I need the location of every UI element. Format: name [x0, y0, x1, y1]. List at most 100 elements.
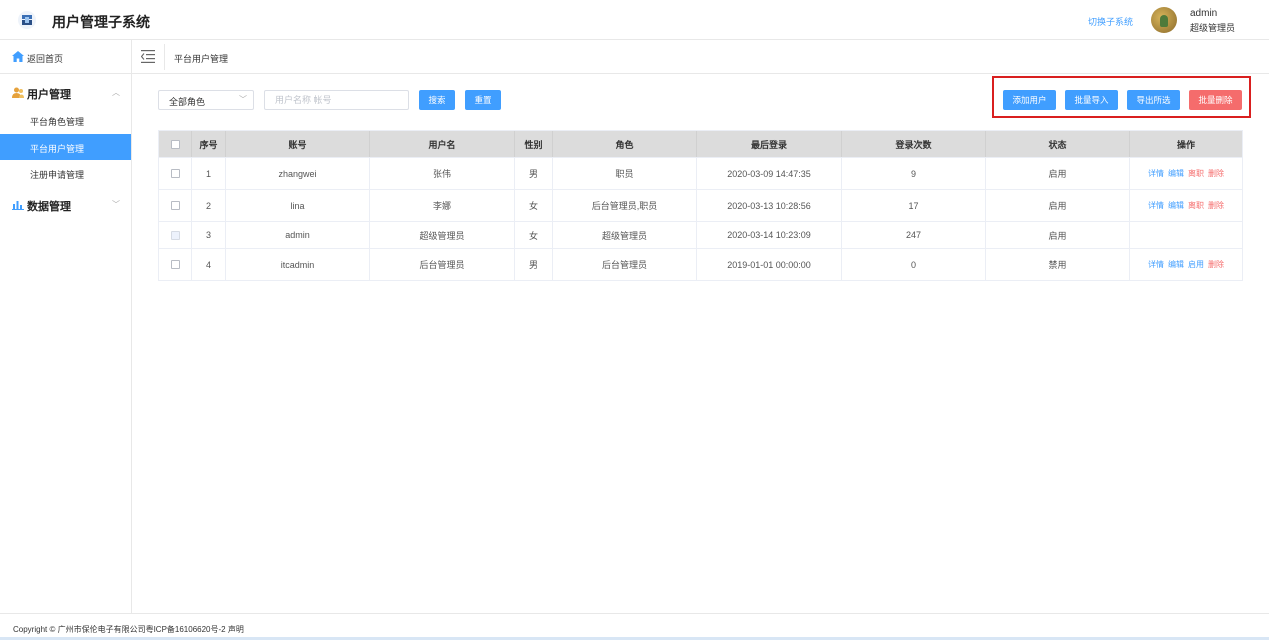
menu-fold-icon[interactable] — [141, 50, 155, 63]
sidebar-item-registration-management[interactable]: 注册申请管理 — [0, 160, 131, 186]
user-role: 超级管理员 — [1190, 23, 1236, 33]
footer-copyright: Copyright © 广州市保伦电子有限公司粤ICP备16106620号-2 … — [13, 625, 244, 634]
bar-chart-icon — [12, 201, 24, 210]
cell-index: 1 — [192, 158, 226, 189]
search-button[interactable]: 搜索 — [419, 90, 455, 110]
delete-link[interactable]: 删除 — [1208, 168, 1224, 179]
cell-role: 后台管理员,职员 — [553, 190, 697, 221]
row-checkbox[interactable] — [170, 201, 180, 210]
batch-delete-button[interactable]: 批量删除 — [1189, 90, 1242, 110]
table-header: 序号 账号 用户名 性别 角色 最后登录 登录次数 状态 操作 — [159, 131, 1242, 157]
row-select-cell[interactable] — [159, 249, 192, 280]
table-row: 4 itcadmin 后台管理员 男 后台管理员 2019-01-01 00:0… — [159, 248, 1242, 280]
cell-last-login: 2019-01-01 00:00:00 — [697, 249, 842, 280]
cell-login-count: 17 — [842, 190, 986, 221]
footer: Copyright © 广州市保伦电子有限公司粤ICP备16106620号-2 … — [0, 613, 1269, 640]
switch-subsystem-link[interactable]: 切换子系统 — [1088, 15, 1133, 28]
cell-status: 启用 — [986, 190, 1130, 221]
column-header: 角色 — [553, 131, 697, 157]
row-select-cell[interactable] — [159, 190, 192, 221]
cell-role: 职员 — [553, 158, 697, 189]
batch-import-button[interactable]: 批量导入 — [1065, 90, 1118, 110]
cell-username: 超级管理员 — [370, 222, 515, 248]
cell-account: zhangwei — [226, 158, 370, 189]
row-checkbox[interactable] — [170, 260, 180, 269]
details-link[interactable]: 详情 — [1148, 200, 1164, 211]
sidebar-item-role-management[interactable]: 平台角色管理 — [0, 107, 131, 133]
details-link[interactable]: 详情 — [1148, 259, 1164, 270]
cell-gender: 女 — [515, 222, 553, 248]
sidebar-item-label: 平台角色管理 — [30, 117, 85, 127]
breadcrumb-bar: 平台用户管理 — [132, 40, 1269, 74]
column-header: 登录次数 — [842, 131, 986, 157]
column-header: 性别 — [515, 131, 553, 157]
chevron-down-icon: ﹀ — [112, 200, 120, 209]
enable-link[interactable]: 启用 — [1188, 259, 1204, 270]
cell-username: 李娜 — [370, 190, 515, 221]
reset-button[interactable]: 重置 — [465, 90, 501, 110]
cell-status: 启用 — [986, 158, 1130, 189]
details-link[interactable]: 详情 — [1148, 168, 1164, 179]
row-checkbox[interactable] — [170, 169, 180, 178]
select-all-checkbox[interactable] — [170, 139, 180, 149]
edit-link[interactable]: 编辑 — [1168, 200, 1184, 211]
cell-index: 4 — [192, 249, 226, 280]
cell-login-count: 247 — [842, 222, 986, 248]
user-table: 序号 账号 用户名 性别 角色 最后登录 登录次数 状态 操作 1 zhangw… — [158, 130, 1243, 281]
sidebar: 返回首页 用户管理 ︿ 平台角色管理 平台用户管理 注册申请管理 数据管理 ﹀ — [0, 40, 132, 613]
sidebar-item-label: 平台用户管理 — [30, 144, 85, 154]
edit-link[interactable]: 编辑 — [1168, 259, 1184, 270]
delete-link[interactable]: 删除 — [1208, 200, 1224, 211]
resign-link[interactable]: 离职 — [1188, 200, 1204, 211]
cell-gender: 男 — [515, 158, 553, 189]
cell-last-login: 2020-03-13 10:28:56 — [697, 190, 842, 221]
cell-username: 张伟 — [370, 158, 515, 189]
column-header: 账号 — [226, 131, 370, 157]
cell-actions: 详情 编辑 启用 删除 — [1130, 249, 1242, 280]
role-select-value: 全部角色 — [169, 97, 206, 107]
cell-login-count: 9 — [842, 158, 986, 189]
user-name[interactable]: admin — [1190, 8, 1217, 19]
cell-actions — [1130, 222, 1242, 248]
cell-gender: 女 — [515, 190, 553, 221]
cell-account: itcadmin — [226, 249, 370, 280]
cell-status: 禁用 — [986, 249, 1130, 280]
sidebar-home-link[interactable]: 返回首页 — [0, 40, 131, 74]
edit-link[interactable]: 编辑 — [1168, 168, 1184, 179]
row-select-cell[interactable] — [159, 158, 192, 189]
top-header: 用户管理子系统 切换子系统 admin 超级管理员 — [0, 0, 1269, 40]
cell-actions: 详情 编辑 离职 删除 — [1130, 190, 1242, 221]
app-logo-icon — [18, 11, 36, 29]
cell-last-login: 2020-03-09 14:47:35 — [697, 158, 842, 189]
table-row: 1 zhangwei 张伟 男 职员 2020-03-09 14:47:35 9… — [159, 157, 1242, 189]
column-header: 最后登录 — [697, 131, 842, 157]
cell-role: 超级管理员 — [553, 222, 697, 248]
avatar[interactable] — [1151, 7, 1177, 33]
sidebar-home-label: 返回首页 — [27, 54, 64, 64]
breadcrumb-divider — [164, 44, 165, 70]
chevron-down-icon: ﹀ — [239, 95, 247, 104]
export-selected-button[interactable]: 导出所选 — [1127, 90, 1180, 110]
role-select[interactable]: 全部角色 ﹀ — [158, 90, 254, 110]
breadcrumb: 平台用户管理 — [174, 54, 229, 64]
column-header: 用户名 — [370, 131, 515, 157]
sidebar-group-user-management[interactable]: 用户管理 ︿ — [0, 81, 131, 105]
add-user-button[interactable]: 添加用户 — [1003, 90, 1056, 110]
cell-username: 后台管理员 — [370, 249, 515, 280]
search-input[interactable] — [264, 90, 409, 110]
users-icon — [12, 87, 24, 98]
resign-link[interactable]: 离职 — [1188, 168, 1204, 179]
sidebar-item-label: 注册申请管理 — [30, 170, 85, 180]
column-header: 操作 — [1176, 139, 1195, 150]
cell-login-count: 0 — [842, 249, 986, 280]
cell-account: lina — [226, 190, 370, 221]
header-select-all[interactable] — [159, 131, 192, 157]
delete-link[interactable]: 删除 — [1208, 259, 1224, 270]
cell-status: 启用 — [986, 222, 1130, 248]
cell-account: admin — [226, 222, 370, 248]
chevron-up-icon: ︿ — [112, 88, 120, 97]
sidebar-group-data-management[interactable]: 数据管理 ﹀ — [0, 193, 131, 217]
sidebar-item-user-management[interactable]: 平台用户管理 — [0, 134, 131, 160]
home-icon — [12, 51, 24, 62]
sidebar-group-label: 用户管理 — [27, 89, 71, 101]
